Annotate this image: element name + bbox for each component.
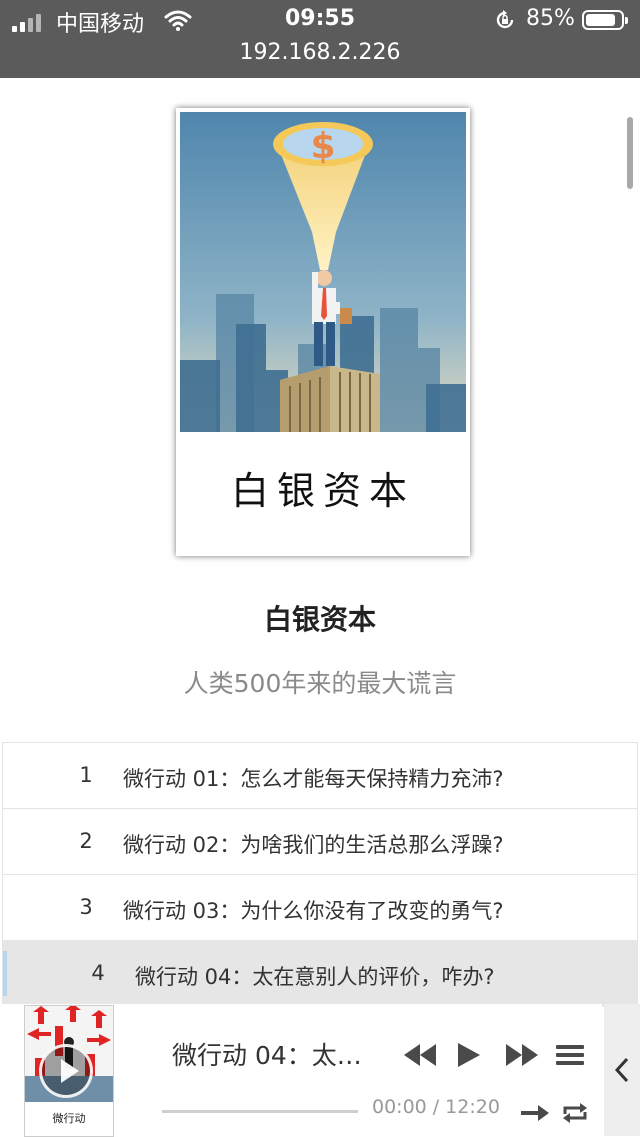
active-indicator xyxy=(3,951,7,996)
cover-illustration: $ xyxy=(180,112,466,432)
repeat-icon[interactable] xyxy=(560,1100,590,1126)
time-separator: / xyxy=(432,1096,440,1118)
episode-item-4[interactable]: 4 微行动 04：太在意别人的评价，咋办? xyxy=(2,940,638,1007)
book-title: 白银资本 xyxy=(263,603,376,636)
now-playing-title: 微行动 04：太在意别人的评价，咋办? xyxy=(172,1041,384,1070)
episode-title: 微行动 04：太在意别人的评价，咋办? xyxy=(135,965,495,989)
fast-forward-icon[interactable] xyxy=(504,1040,540,1070)
episode-title: 微行动 03：为什么你没有了改变的勇气? xyxy=(123,899,504,923)
play-icon[interactable] xyxy=(452,1040,482,1070)
episode-item-1[interactable]: 1 微行动 01：怎么才能每天保持精力充沛? xyxy=(2,742,638,808)
thumbnail-play-icon[interactable] xyxy=(39,1044,93,1098)
current-time: 00:00 xyxy=(372,1096,427,1118)
progress-bar[interactable] xyxy=(162,1110,358,1113)
svg-text:$: $ xyxy=(310,126,335,167)
rewind-icon[interactable] xyxy=(402,1040,438,1070)
episode-item-3[interactable]: 3 微行动 03：为什么你没有了改变的勇气? xyxy=(2,874,638,940)
status-bar: 中国移动 09:55 85% 192.168.2.226 xyxy=(0,0,640,78)
album-thumbnail[interactable]: 微行动 xyxy=(24,1005,114,1137)
player-main: 微行动 微行动 04：太在意别人的评价，咋办? 00:00/12:20 xyxy=(0,1004,602,1137)
cover-title: 白银资本 xyxy=(230,469,415,513)
scrollbar-thumb[interactable] xyxy=(627,117,633,189)
page-url: 192.168.2.226 xyxy=(239,40,401,65)
episode-list: 1 微行动 01：怎么才能每天保持精力充沛? 2 微行动 02：为啥我们的生活总… xyxy=(2,742,638,1007)
time-display: 00:00/12:20 xyxy=(372,1096,500,1118)
next-icon[interactable] xyxy=(520,1100,550,1126)
battery-percent: 85% xyxy=(526,6,575,31)
duration: 12:20 xyxy=(445,1096,500,1118)
book-cover: $ 白银资本 xyxy=(176,108,470,556)
episode-title: 微行动 02：为啥我们的生活总那么浮躁? xyxy=(123,833,504,857)
episode-title: 微行动 01：怎么才能每天保持精力充沛? xyxy=(123,767,504,791)
book-subtitle: 人类500年来的最大谎言 xyxy=(183,669,457,698)
audio-player: 微行动 微行动 04：太在意别人的评价，咋办? 00:00/12:20 xyxy=(0,1004,640,1137)
playlist-icon[interactable] xyxy=(554,1040,586,1070)
episode-item-2[interactable]: 2 微行动 02：为啥我们的生活总那么浮躁? xyxy=(2,808,638,874)
player-collapse-tab[interactable] xyxy=(604,1004,640,1136)
chevron-left-icon[interactable] xyxy=(612,1056,632,1084)
thumbnail-label: 微行动 xyxy=(52,1112,86,1125)
orientation-lock-icon xyxy=(496,10,514,29)
battery-icon xyxy=(582,10,628,30)
